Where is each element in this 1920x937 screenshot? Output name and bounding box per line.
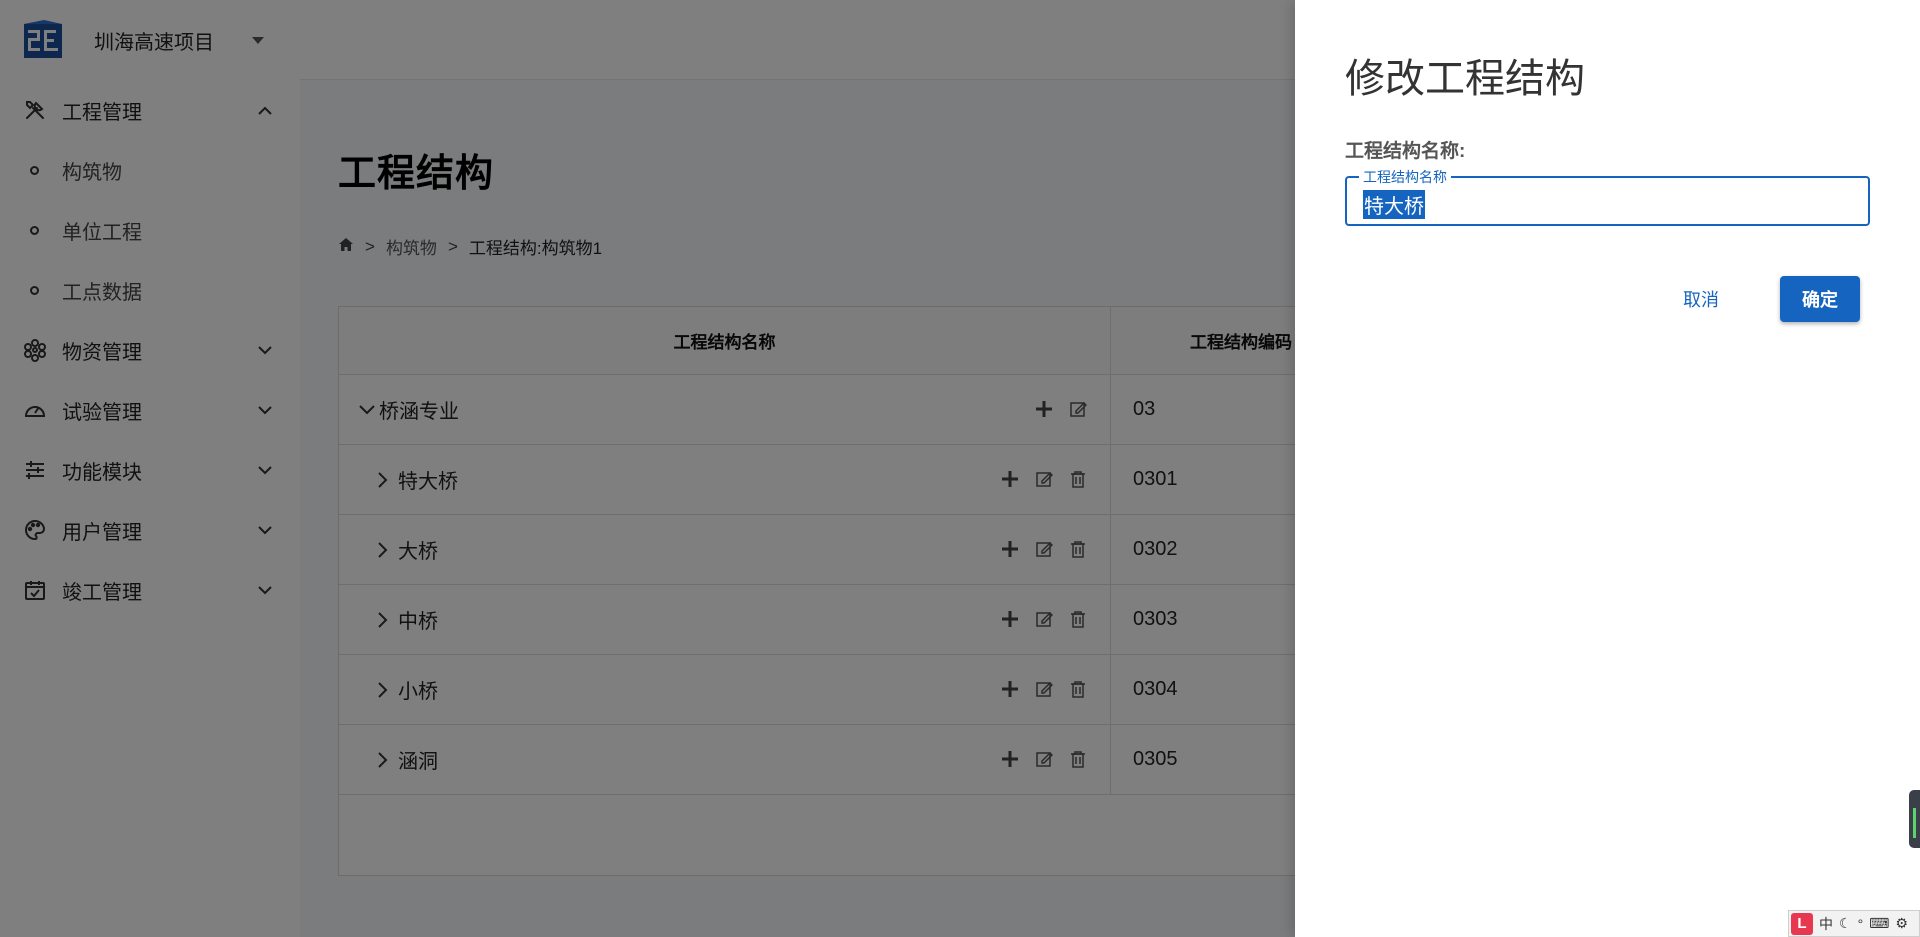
ime-mode-label[interactable]: 中 xyxy=(1819,914,1833,934)
level-indicator xyxy=(1913,808,1916,838)
side-floating-widget[interactable] xyxy=(1909,790,1920,848)
ime-logo: L xyxy=(1791,912,1813,935)
cancel-button[interactable]: 取消 xyxy=(1683,286,1719,312)
field-value-selected: 特大桥 xyxy=(1363,190,1425,219)
structure-name-input[interactable]: 工程结构名称 特大桥 xyxy=(1345,167,1870,226)
confirm-button[interactable]: 确定 xyxy=(1780,276,1860,322)
punctuation-icon[interactable]: ° xyxy=(1858,916,1864,932)
field-legend: 工程结构名称 xyxy=(1359,167,1451,187)
keyboard-icon[interactable]: ⌨ xyxy=(1869,915,1889,932)
moon-icon[interactable]: ☾ xyxy=(1839,915,1852,932)
field-label: 工程结构名称: xyxy=(1345,141,1466,162)
ime-toolbar[interactable]: L 中 ☾ ° ⌨ ⚙ xyxy=(1788,910,1920,937)
modal-backdrop[interactable] xyxy=(0,0,1295,937)
edit-structure-drawer: 修改工程结构 工程结构名称: 工程结构名称 特大桥 取消 确定 xyxy=(1295,0,1920,937)
drawer-title: 修改工程结构 xyxy=(1345,57,1585,101)
gear-icon[interactable]: ⚙ xyxy=(1895,915,1908,932)
